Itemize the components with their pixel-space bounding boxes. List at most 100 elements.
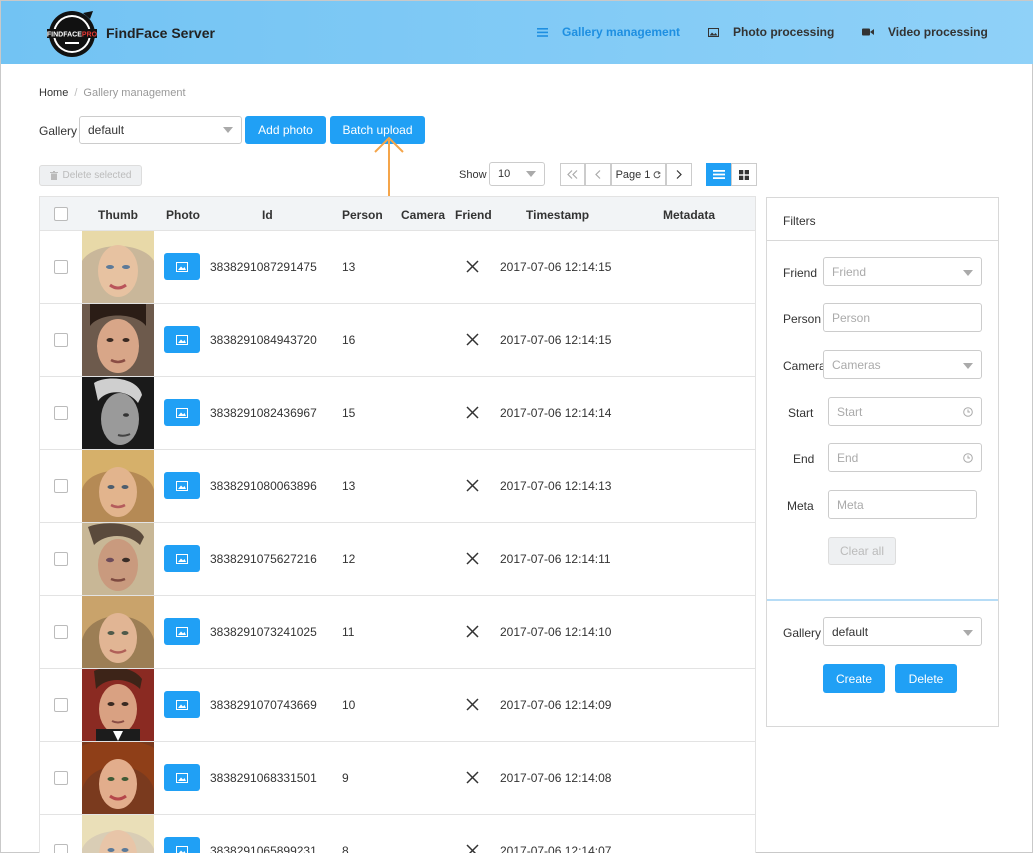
close-icon [466, 625, 479, 638]
face-thumbnail[interactable] [82, 304, 154, 376]
close-icon [466, 771, 479, 784]
row-checkbox[interactable] [54, 625, 68, 639]
select-all-checkbox[interactable] [54, 207, 68, 221]
grid-view-button[interactable] [731, 163, 757, 186]
row-timestamp: 2017-07-06 12:14:15 [500, 333, 612, 347]
prev-page-button[interactable] [585, 163, 611, 186]
row-id: 3838291065899231 [210, 844, 317, 853]
image-icon [708, 27, 719, 37]
face-thumbnail[interactable] [82, 523, 154, 595]
view-photo-button[interactable] [164, 691, 200, 718]
create-gallery-button[interactable]: Create [823, 664, 885, 693]
view-photo-button[interactable] [164, 545, 200, 572]
meta-label: Meta [787, 499, 814, 513]
view-photo-button[interactable] [164, 837, 200, 853]
table-row[interactable]: 3838291075627216 12 2017-07-06 12:14:11 [40, 523, 755, 596]
row-person: 9 [342, 771, 349, 785]
face-thumbnail[interactable] [82, 742, 154, 814]
column-friend: Friend [455, 208, 492, 222]
delete-selected-label: Delete selected [62, 170, 132, 181]
row-person: 12 [342, 552, 356, 566]
row-id: 3838291080063896 [210, 479, 317, 493]
page-indicator[interactable]: Page 1 [611, 163, 666, 186]
delete-gallery-button[interactable]: Delete [895, 664, 957, 693]
table-row[interactable]: 3838291068331501 9 2017-07-06 12:14:08 [40, 742, 755, 815]
camera-select[interactable]: Cameras [823, 350, 982, 379]
table-row[interactable]: 3838291080063896 13 2017-07-06 12:14:13 [40, 450, 755, 523]
table-row[interactable]: 3838291070743669 10 2017-07-06 12:14:09 [40, 669, 755, 742]
clear-all-button[interactable]: Clear all [828, 537, 896, 565]
close-icon [466, 552, 479, 565]
first-page-button[interactable] [560, 163, 585, 186]
video-camera-icon [862, 28, 874, 36]
row-timestamp: 2017-07-06 12:14:13 [500, 479, 612, 493]
person-input[interactable]: Person [823, 303, 982, 332]
face-thumbnail[interactable] [82, 669, 154, 741]
table-row[interactable]: 3838291084943720 16 2017-07-06 12:14:15 [40, 304, 755, 377]
table-row[interactable]: 3838291082436967 15 2017-07-06 12:14:14 [40, 377, 755, 450]
gallery-select[interactable]: default [79, 116, 242, 144]
row-checkbox[interactable] [54, 844, 68, 853]
divider [767, 240, 998, 241]
nav-gallery-management[interactable]: Gallery management [537, 25, 680, 39]
face-thumbnail[interactable] [82, 231, 154, 303]
row-person: 15 [342, 406, 356, 420]
nav-photo-processing[interactable]: Photo processing [708, 25, 834, 39]
row-id: 3838291087291475 [210, 260, 317, 274]
row-id: 3838291068331501 [210, 771, 317, 785]
breadcrumb-home[interactable]: Home [39, 87, 68, 99]
gallery-panel-select[interactable]: default [823, 617, 982, 646]
next-page-button[interactable] [666, 163, 692, 186]
meta-placeholder: Meta [837, 497, 864, 512]
show-label: Show [459, 169, 487, 181]
nav-video-processing[interactable]: Video processing [862, 25, 988, 39]
meta-input[interactable]: Meta [828, 490, 977, 519]
clock-icon [963, 406, 973, 417]
row-person: 10 [342, 698, 356, 712]
close-icon [466, 479, 479, 492]
face-thumbnail[interactable] [82, 450, 154, 522]
row-person: 16 [342, 333, 356, 347]
gallery-panel-label: Gallery [783, 626, 822, 640]
face-thumbnail[interactable] [82, 596, 154, 668]
table-row[interactable]: 3838291065899231 8 2017-07-06 12:14:07 [40, 815, 755, 853]
friend-select[interactable]: Friend [823, 257, 982, 286]
list-view-button[interactable] [706, 163, 732, 186]
nav-label: Video processing [888, 25, 988, 39]
view-photo-button[interactable] [164, 399, 200, 426]
row-checkbox[interactable] [54, 771, 68, 785]
page-size-select[interactable]: 10 [489, 162, 545, 186]
view-photo-button[interactable] [164, 472, 200, 499]
delete-selected-button[interactable]: Delete selected [39, 165, 142, 186]
view-photo-button[interactable] [164, 764, 200, 791]
start-date-input[interactable]: Start [828, 397, 982, 426]
row-checkbox[interactable] [54, 333, 68, 347]
view-photo-button[interactable] [164, 326, 200, 353]
row-checkbox[interactable] [54, 260, 68, 274]
row-checkbox[interactable] [54, 406, 68, 420]
double-chevron-left-icon [566, 170, 577, 179]
table-row[interactable]: 3838291087291475 13 2017-07-06 12:14:15 [40, 231, 755, 304]
findface-logo[interactable]: FINDFACEPRO [45, 7, 101, 59]
friend-label: Friend [783, 266, 818, 280]
column-person: Person [342, 208, 383, 222]
column-metadata: Metadata [663, 208, 716, 222]
nav-label: Photo processing [733, 25, 835, 39]
add-photo-button[interactable]: Add photo [245, 116, 326, 144]
face-thumbnail[interactable] [82, 815, 154, 853]
breadcrumb: Home / Gallery management [39, 87, 186, 99]
face-thumbnail[interactable] [82, 377, 154, 449]
view-photo-button[interactable] [164, 253, 200, 280]
table-row[interactable]: 3838291073241025 11 2017-07-06 12:14:10 [40, 596, 755, 669]
row-checkbox[interactable] [54, 552, 68, 566]
start-label: Start [788, 406, 814, 420]
row-checkbox[interactable] [54, 698, 68, 712]
filters-title: Filters [783, 214, 816, 228]
refresh-icon [654, 170, 662, 178]
close-icon [466, 260, 479, 273]
view-photo-button[interactable] [164, 618, 200, 645]
row-checkbox[interactable] [54, 479, 68, 493]
end-label: End [793, 452, 815, 466]
row-timestamp: 2017-07-06 12:14:10 [500, 625, 612, 639]
end-date-input[interactable]: End [828, 443, 982, 472]
